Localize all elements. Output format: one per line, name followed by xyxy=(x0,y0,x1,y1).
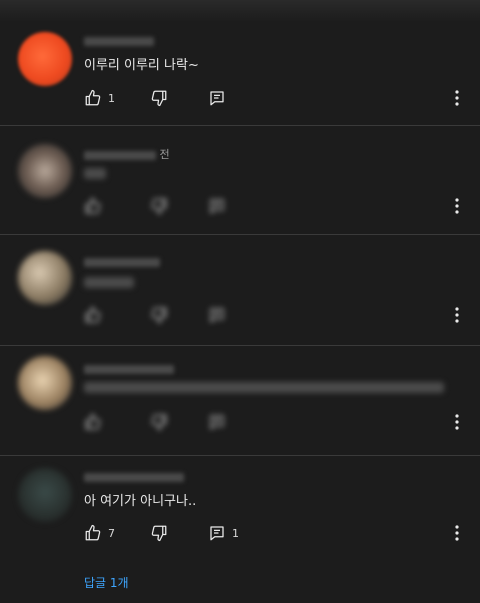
comment-text xyxy=(84,168,106,179)
author-name[interactable] xyxy=(84,257,160,267)
dislike-button[interactable] xyxy=(150,410,168,434)
author-name[interactable] xyxy=(84,364,174,374)
author-name[interactable] xyxy=(84,36,154,46)
comment-item: 전 xyxy=(0,126,480,234)
more-options-button[interactable] xyxy=(448,521,466,545)
author-name[interactable] xyxy=(84,150,156,160)
dislike-button[interactable] xyxy=(150,521,168,545)
more-options-button[interactable] xyxy=(448,410,466,434)
comment-text: 이루리 이루리 나락~ xyxy=(84,58,199,73)
thumbs-down-icon xyxy=(150,197,168,215)
comment-item: 이루리 이루리 나락~ 1 xyxy=(0,0,480,124)
reply-icon xyxy=(208,197,226,215)
reply-button[interactable] xyxy=(208,410,226,434)
more-options-button[interactable] xyxy=(448,194,466,218)
avatar[interactable] xyxy=(18,144,72,198)
thumbs-up-icon xyxy=(84,413,102,431)
comment-meta xyxy=(84,34,154,47)
reply-button[interactable] xyxy=(208,303,226,327)
dislike-button[interactable] xyxy=(150,303,168,327)
thumbs-up-icon xyxy=(84,89,102,107)
reply-icon xyxy=(208,89,226,107)
thumbs-down-icon xyxy=(150,89,168,107)
thumbs-up-icon xyxy=(84,197,102,215)
more-vert-icon xyxy=(455,198,459,214)
more-options-button[interactable] xyxy=(448,86,466,110)
like-button[interactable] xyxy=(84,303,102,327)
thumbs-down-icon xyxy=(150,524,168,542)
comment-meta xyxy=(84,362,174,375)
comment-meta xyxy=(84,470,184,483)
more-vert-icon xyxy=(455,525,459,541)
comment-item xyxy=(0,235,480,345)
reply-icon xyxy=(208,524,226,542)
author-name[interactable] xyxy=(84,472,184,482)
comment-item: 아 여기가 아니구나.. 7 1 xyxy=(0,456,480,603)
thumbs-down-icon xyxy=(150,306,168,324)
thumbs-down-icon xyxy=(150,413,168,431)
comment-actions: 7 1 xyxy=(84,521,464,545)
comment-meta: 전 xyxy=(84,146,170,162)
comment-actions xyxy=(84,194,464,218)
like-button[interactable] xyxy=(84,194,102,218)
like-button[interactable]: 1 xyxy=(84,86,115,110)
comment-meta xyxy=(84,255,160,268)
avatar[interactable] xyxy=(18,356,72,410)
comment-text xyxy=(84,277,134,288)
thumbs-up-icon xyxy=(84,524,102,542)
dislike-button[interactable] xyxy=(150,86,168,110)
comment-time: 전 xyxy=(159,148,170,161)
comment-text: 아 여기가 아니구나.. xyxy=(84,494,197,509)
avatar[interactable] xyxy=(18,468,72,522)
more-options-button[interactable] xyxy=(448,303,466,327)
reply-button[interactable] xyxy=(208,86,226,110)
more-vert-icon xyxy=(455,414,459,430)
dislike-button[interactable] xyxy=(150,194,168,218)
reply-button[interactable] xyxy=(208,194,226,218)
thumbs-up-icon xyxy=(84,306,102,324)
reply-icon xyxy=(208,413,226,431)
reply-count: 1 xyxy=(232,526,239,540)
like-button[interactable]: 7 xyxy=(84,521,115,545)
avatar[interactable] xyxy=(18,251,72,305)
more-vert-icon xyxy=(455,307,459,323)
like-count: 1 xyxy=(108,91,115,105)
comment-item xyxy=(0,346,480,454)
reply-icon xyxy=(208,306,226,324)
comment-actions xyxy=(84,303,464,327)
comment-actions: 1 xyxy=(84,86,464,110)
view-replies-link[interactable]: 답글 1개 xyxy=(84,574,129,591)
comment-actions xyxy=(84,410,464,434)
reply-button[interactable]: 1 xyxy=(208,521,239,545)
like-button[interactable] xyxy=(84,410,102,434)
more-vert-icon xyxy=(455,90,459,106)
comment-text xyxy=(84,382,444,393)
like-count: 7 xyxy=(108,526,115,540)
avatar[interactable] xyxy=(18,32,72,86)
